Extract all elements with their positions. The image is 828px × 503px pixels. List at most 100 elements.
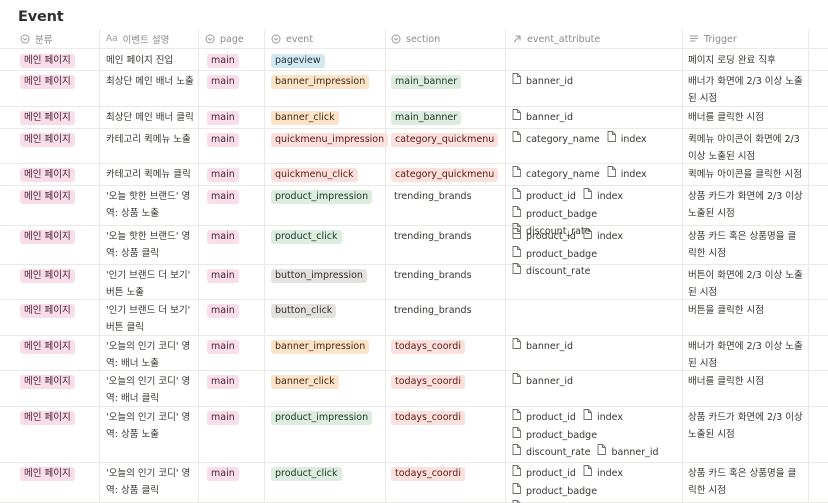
section-cell[interactable]: todays_coordi bbox=[391, 465, 465, 482]
description-cell[interactable]: '오늘의 인기 코디' 영역: 배너 노출 bbox=[106, 338, 194, 372]
column-header-trigger[interactable]: Trigger bbox=[689, 29, 737, 49]
description-cell[interactable]: 최상단 메인 배너 클릭 bbox=[106, 109, 194, 126]
page-cell[interactable]: main bbox=[207, 338, 239, 355]
page-cell[interactable]: main bbox=[207, 302, 239, 319]
table-row[interactable]: 메인 페이지 '오늘 핫한 브랜드' 영역: 상품 노출 main product_i… bbox=[0, 186, 828, 237]
trigger-cell[interactable]: 배너가 화면에 2/3 이상 노출된 시점 bbox=[688, 73, 804, 107]
page-cell[interactable]: main bbox=[207, 465, 239, 482]
trigger-cell[interactable]: 퀵메뉴 아이콘이 화면에 2/3 이상 노출된 시점 bbox=[688, 131, 804, 165]
event-attribute-cell[interactable]: banner_id bbox=[512, 338, 682, 356]
event-attribute-cell[interactable]: product_idindexproduct_badgediscount_rat… bbox=[512, 465, 682, 503]
category-cell[interactable]: 메인 페이지 bbox=[20, 373, 75, 390]
trigger-cell[interactable]: 배너를 클릭한 시점 bbox=[688, 109, 804, 126]
table-row[interactable]: 메인 페이지 최상단 메인 배너 클릭 main banner_click main_b… bbox=[0, 107, 828, 129]
description-cell[interactable]: '오늘의 인기 코디' 영역: 상품 클릭 bbox=[106, 465, 194, 499]
trigger-cell[interactable]: 상품 카드가 화면에 2/3 이상 노출된 시점 bbox=[688, 188, 804, 222]
trigger-cell[interactable]: 버튼을 클릭한 시점 bbox=[688, 302, 804, 319]
event-attribute-cell[interactable]: banner_id bbox=[512, 373, 682, 391]
table-row[interactable]: 메인 페이지 카테고리 퀵메뉴 노출 main quickmenu_impressio… bbox=[0, 129, 828, 164]
attribute-link[interactable]: banner_id bbox=[512, 338, 573, 356]
attribute-link[interactable]: product_badge bbox=[512, 426, 597, 445]
category-cell[interactable]: 메인 페이지 bbox=[20, 465, 75, 482]
section-cell[interactable]: trending_brands bbox=[391, 267, 472, 284]
category-cell[interactable]: 메인 페이지 bbox=[20, 228, 75, 245]
attribute-link[interactable]: index bbox=[607, 166, 647, 184]
column-header-category[interactable]: 분류 bbox=[20, 29, 52, 49]
page-cell[interactable]: main bbox=[207, 166, 239, 183]
event-cell[interactable]: product_impression bbox=[271, 188, 373, 205]
table-row[interactable]: 메인 페이지 '오늘의 인기 코디' 영역: 배너 노출 main banner_im… bbox=[0, 336, 828, 371]
event-cell[interactable]: banner_impression bbox=[271, 73, 370, 90]
attribute-link[interactable]: product_badge bbox=[512, 482, 597, 501]
event-cell[interactable]: button_impression bbox=[271, 267, 367, 284]
event-cell[interactable]: product_click bbox=[271, 465, 342, 482]
attribute-link[interactable]: index bbox=[583, 188, 623, 206]
column-header-event-attribute[interactable]: event_attribute bbox=[512, 29, 600, 49]
description-cell[interactable]: '오늘의 인기 코디' 영역: 상품 노출 bbox=[106, 409, 194, 443]
category-cell[interactable]: 메인 페이지 bbox=[20, 109, 75, 126]
page-cell[interactable]: main bbox=[207, 109, 239, 126]
trigger-cell[interactable]: 배너가 화면에 2/3 이상 노출된 시점 bbox=[688, 338, 804, 372]
attribute-link[interactable]: product_id bbox=[512, 465, 576, 483]
attribute-link[interactable]: index bbox=[583, 465, 623, 483]
description-cell[interactable]: '오늘 핫한 브랜드' 영역: 상품 노출 bbox=[106, 188, 194, 222]
section-cell[interactable]: category_quickmenu bbox=[391, 166, 499, 183]
attribute-link[interactable]: banner_id bbox=[512, 109, 573, 127]
trigger-cell[interactable]: 퀵메뉴 아이콘을 클릭한 시점 bbox=[688, 166, 804, 183]
description-cell[interactable]: 카테고리 퀵메뉴 클릭 bbox=[106, 166, 194, 183]
description-cell[interactable]: '오늘 핫한 브랜드' 영역: 상품 클릭 bbox=[106, 228, 194, 262]
page-cell[interactable]: main bbox=[207, 52, 239, 69]
section-cell[interactable]: trending_brands bbox=[391, 188, 472, 205]
category-cell[interactable]: 메인 페이지 bbox=[20, 73, 75, 90]
trigger-cell[interactable]: 상품 카드 혹은 상품명을 클릭한 시점 bbox=[688, 228, 804, 262]
event-attribute-cell[interactable]: category_name index bbox=[512, 131, 682, 149]
category-cell[interactable]: 메인 페이지 bbox=[20, 166, 75, 183]
column-header-description[interactable]: Aa 이벤트 설명 bbox=[106, 29, 169, 49]
event-attribute-cell[interactable]: category_name index bbox=[512, 166, 682, 184]
event-cell[interactable]: product_impression bbox=[271, 409, 373, 426]
trigger-cell[interactable]: 페이지 로딩 완료 직후 bbox=[688, 52, 804, 69]
table-row[interactable]: 메인 페이지 카테고리 퀵메뉴 클릭 main quickmenu_click cate… bbox=[0, 164, 828, 186]
table-row[interactable]: 메인 페이지 '오늘의 인기 코디' 영역: 상품 클릭 main product_c… bbox=[0, 463, 828, 503]
section-cell[interactable]: todays_coordi bbox=[391, 338, 465, 355]
attribute-link[interactable]: product_id bbox=[512, 409, 576, 427]
attribute-link[interactable]: product_badge bbox=[512, 205, 597, 224]
section-cell[interactable]: todays_coordi bbox=[391, 409, 465, 426]
section-cell[interactable]: trending_brands bbox=[391, 302, 472, 319]
event-attribute-cell[interactable]: banner_id bbox=[512, 109, 682, 127]
event-cell[interactable]: quickmenu_impression bbox=[271, 131, 389, 148]
attribute-link[interactable]: banner_id bbox=[512, 373, 573, 391]
category-cell[interactable]: 메인 페이지 bbox=[20, 267, 75, 284]
category-cell[interactable]: 메인 페이지 bbox=[20, 52, 75, 69]
description-cell[interactable]: '인기 브랜드 더 보기' 버튼 클릭 bbox=[106, 302, 194, 336]
event-cell[interactable]: banner_click bbox=[271, 373, 339, 390]
event-cell[interactable]: button_click bbox=[271, 302, 337, 319]
trigger-cell[interactable]: 상품 카드 혹은 상품명을 클릭한 시점 bbox=[688, 465, 804, 499]
column-header-event[interactable]: event bbox=[271, 29, 313, 49]
section-cell[interactable]: category_quickmenu bbox=[391, 131, 499, 148]
description-cell[interactable]: 카테고리 퀵메뉴 노출 bbox=[106, 131, 194, 148]
event-cell[interactable]: product_click bbox=[271, 228, 342, 245]
description-cell[interactable]: '오늘의 인기 코디' 영역: 배너 클릭 bbox=[106, 373, 194, 407]
page-cell[interactable]: main bbox=[207, 73, 239, 90]
column-header-section[interactable]: section bbox=[391, 29, 440, 49]
column-header-page[interactable]: page bbox=[205, 29, 244, 49]
attribute-link[interactable]: product_badge bbox=[512, 245, 597, 264]
event-cell[interactable]: banner_click bbox=[271, 109, 339, 126]
page-cell[interactable]: main bbox=[207, 228, 239, 245]
section-cell[interactable]: trending_brands bbox=[391, 228, 472, 245]
page-cell[interactable]: main bbox=[207, 131, 239, 148]
section-cell[interactable]: todays_coordi bbox=[391, 373, 465, 390]
attribute-link[interactable]: product_id bbox=[512, 188, 576, 206]
description-cell[interactable]: 메인 페이지 진입 bbox=[106, 52, 194, 69]
attribute-link[interactable]: banner_id bbox=[597, 444, 659, 462]
section-cell[interactable]: main_banner bbox=[391, 73, 462, 90]
trigger-cell[interactable]: 배너를 클릭한 시점 bbox=[688, 373, 804, 390]
event-attribute-cell[interactable]: banner_id bbox=[512, 73, 682, 91]
category-cell[interactable]: 메인 페이지 bbox=[20, 338, 75, 355]
category-cell[interactable]: 메인 페이지 bbox=[20, 188, 75, 205]
attribute-link[interactable]: banner_id bbox=[512, 73, 573, 91]
section-cell[interactable]: main_banner bbox=[391, 109, 462, 126]
attribute-link[interactable]: index bbox=[583, 228, 623, 246]
event-attribute-cell[interactable]: product_idindexproduct_badgediscount_rat… bbox=[512, 409, 682, 462]
